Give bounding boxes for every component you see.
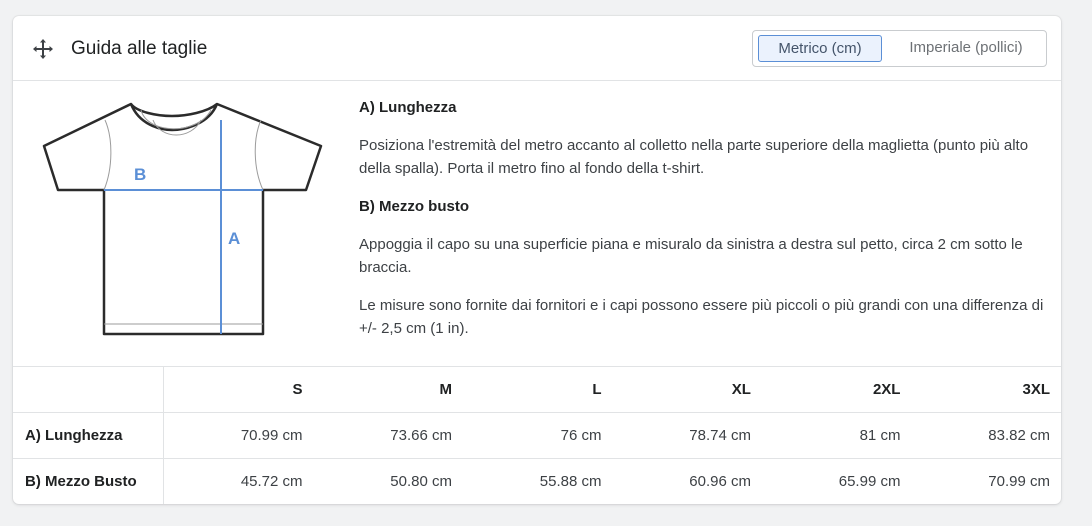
length-heading: A) Lunghezza: [359, 99, 457, 116]
chest-heading: B) Mezzo busto: [359, 198, 469, 215]
measurement-instructions: A) Lunghezza Posiziona l'estremità del m…: [359, 96, 1059, 340]
table-cell: 78.74 cm: [612, 412, 762, 459]
size-col-3xl: 3XL: [911, 366, 1061, 413]
tshirt-diagram: A B: [42, 102, 323, 336]
table-cell: 76 cm: [463, 412, 613, 459]
chest-text: Appoggia il capo su una superficie piana…: [359, 236, 1023, 276]
table-row: B) Mezzo Busto 45.72 cm 50.80 cm 55.88 c…: [13, 458, 1061, 504]
table-row: A) Lunghezza 70.99 cm 73.66 cm 76 cm 78.…: [13, 412, 1061, 459]
size-guide-card: Guida alle taglie Metrico (cm) Imperiale…: [13, 16, 1061, 504]
card-header: Guida alle taglie Metrico (cm) Imperiale…: [13, 16, 1061, 81]
row-label-chest: B) Mezzo Busto: [13, 458, 164, 504]
table-corner: [13, 366, 164, 413]
table-cell: 81 cm: [761, 412, 912, 459]
tolerance-note: Le misure sono fornite dai fornitori e i…: [359, 297, 1044, 337]
size-header-row: S M L XL 2XL 3XL: [13, 366, 1061, 413]
label-b: B: [134, 165, 146, 184]
row-label-length: A) Lunghezza: [13, 412, 164, 459]
table-cell: 50.80 cm: [313, 458, 463, 504]
size-col-s: S: [163, 366, 314, 413]
size-col-xl: XL: [612, 366, 762, 413]
size-table: S M L XL 2XL 3XL A) Lunghezza 70.99 cm 7…: [13, 366, 1061, 504]
label-a: A: [228, 229, 240, 248]
size-col-l: L: [463, 366, 613, 413]
metric-unit-button[interactable]: Metrico (cm): [758, 35, 882, 62]
table-cell: 70.99 cm: [911, 458, 1061, 504]
page-title: Guida alle taglie: [71, 38, 208, 59]
imperial-unit-button[interactable]: Imperiale (pollici): [890, 35, 1042, 62]
table-cell: 65.99 cm: [761, 458, 912, 504]
size-col-m: M: [313, 366, 463, 413]
table-cell: 83.82 cm: [911, 412, 1061, 459]
size-col-2xl: 2XL: [761, 366, 912, 413]
table-cell: 70.99 cm: [163, 412, 314, 459]
tshirt-outline: [42, 102, 323, 336]
table-cell: 60.96 cm: [612, 458, 762, 504]
length-text: Posiziona l'estremità del metro accanto …: [359, 137, 1029, 177]
table-cell: 55.88 cm: [463, 458, 613, 504]
table-cell: 45.72 cm: [163, 458, 314, 504]
move-icon[interactable]: [31, 37, 55, 61]
tshirt-inner-lines: [103, 109, 264, 325]
unit-toggle: Metrico (cm) Imperiale (pollici): [752, 30, 1047, 67]
table-cell: 73.66 cm: [313, 412, 463, 459]
